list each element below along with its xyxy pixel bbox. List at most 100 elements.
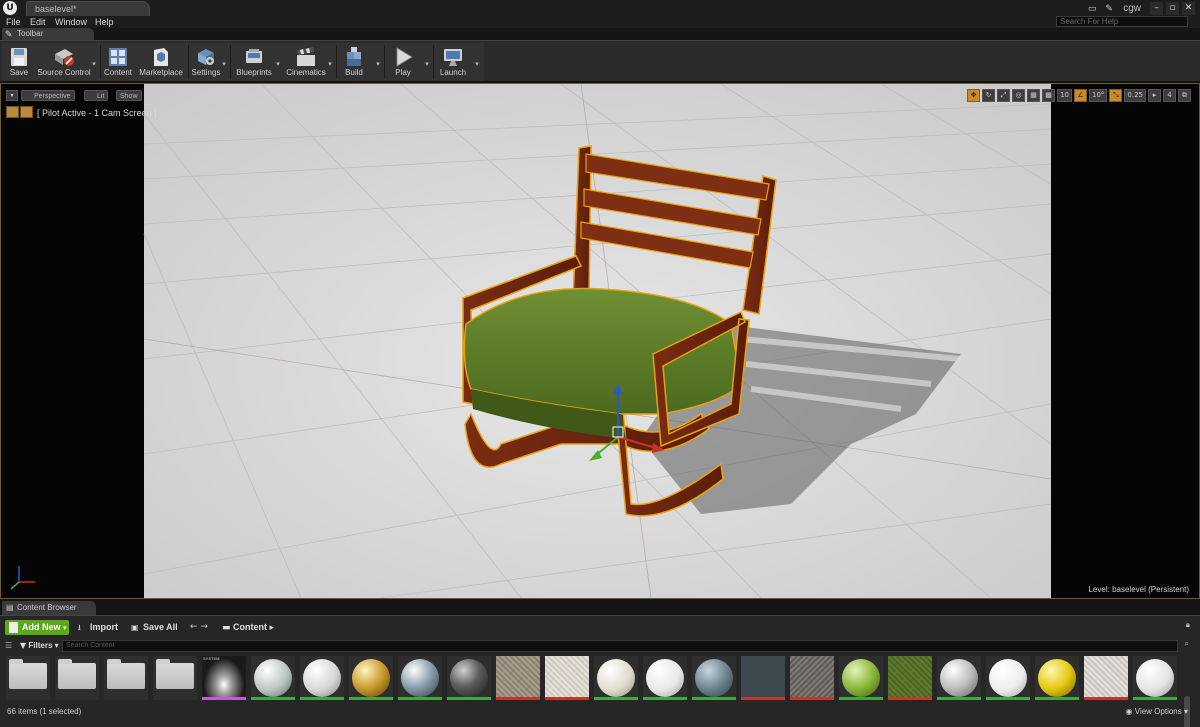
- back-arrow-icon[interactable]: ←: [190, 622, 198, 632]
- lock-icon[interactable]: 🔒︎: [1186, 620, 1190, 630]
- material-tile[interactable]: [1035, 656, 1079, 700]
- sources-panel-icon[interactable]: ☰: [5, 641, 12, 650]
- settings-dropdown-icon[interactable]: ▾: [220, 60, 228, 68]
- search-icon[interactable]: ⌕: [1185, 639, 1189, 649]
- source-control-dropdown-icon[interactable]: ▾: [90, 60, 98, 68]
- material-tile[interactable]: [251, 656, 295, 700]
- level-viewport[interactable]: ▾ Perspective Lit Show [ Pilot Active - …: [0, 83, 1200, 599]
- material-tile[interactable]: [839, 656, 883, 700]
- play-dropdown-icon[interactable]: ▾: [423, 60, 431, 68]
- grid-snap-icon[interactable]: ▩: [1042, 88, 1056, 102]
- search-help-input[interactable]: Search For Help: [1056, 16, 1188, 27]
- show-button[interactable]: Show: [116, 90, 142, 101]
- camera-speed-icon[interactable]: ▸: [1148, 88, 1161, 102]
- filter-icon: ▼: [20, 641, 27, 650]
- texture-tile[interactable]: [888, 656, 932, 700]
- content-path-breadcrumb[interactable]: ▬ Content ▸: [222, 620, 274, 635]
- material-tile[interactable]: [643, 656, 687, 700]
- import-button[interactable]: ⭳ Import: [78, 620, 118, 635]
- eject-icon[interactable]: [20, 106, 33, 118]
- texture-thumbnail: [545, 656, 589, 697]
- forward-arrow-icon[interactable]: →: [200, 622, 208, 632]
- toolbar-tab[interactable]: ✎ Toolbar: [2, 28, 94, 40]
- material-sphere-thumbnail: [401, 659, 439, 697]
- minimize-icon[interactable]: –: [1150, 1, 1163, 15]
- pilot-eject-icons[interactable]: [6, 106, 33, 118]
- build-button[interactable]: Build: [338, 43, 370, 81]
- search-content-input[interactable]: Search Content: [62, 640, 1178, 652]
- texture-tile[interactable]: [741, 656, 785, 700]
- material-tile[interactable]: [937, 656, 981, 700]
- scene-render[interactable]: [1, 84, 1199, 598]
- add-new-button[interactable]: Add New ▾: [5, 620, 69, 635]
- viewport-options-icon[interactable]: ▾: [6, 90, 18, 101]
- blueprints-dropdown-icon[interactable]: ▾: [274, 60, 282, 68]
- maximize-viewport-icon[interactable]: ⧉: [1178, 88, 1191, 102]
- menu-help[interactable]: Help: [95, 16, 114, 28]
- close-icon[interactable]: ✕: [1182, 1, 1195, 15]
- source-control-icon: [52, 46, 76, 68]
- material-tile[interactable]: [398, 656, 442, 700]
- cinematics-dropdown-icon[interactable]: ▾: [326, 60, 334, 68]
- user-name[interactable]: cgw: [1123, 3, 1141, 14]
- material-tile[interactable]: [1133, 656, 1177, 700]
- folder-tile[interactable]: [104, 656, 148, 700]
- texture-tile[interactable]: [496, 656, 540, 700]
- menu-file[interactable]: File: [6, 16, 21, 28]
- rotate-icon[interactable]: ↻: [982, 88, 996, 102]
- cinematics-button[interactable]: Cinematics: [284, 43, 328, 81]
- path-chevron-icon[interactable]: ▸: [270, 623, 275, 633]
- grid-snap-value[interactable]: 10: [1057, 88, 1072, 102]
- translate-icon[interactable]: ✥: [967, 88, 981, 102]
- marketplace-button[interactable]: Marketplace: [136, 43, 186, 81]
- build-label: Build: [345, 68, 363, 77]
- material-tile[interactable]: [594, 656, 638, 700]
- world-local-icon[interactable]: ◎: [1012, 88, 1026, 102]
- content-browser-tab[interactable]: ▤ Content Browser: [2, 601, 96, 615]
- play-button[interactable]: Play: [388, 43, 418, 81]
- menu-edit[interactable]: Edit: [30, 16, 46, 28]
- rotation-snap-value[interactable]: 10°: [1088, 88, 1108, 102]
- save-button[interactable]: Save: [4, 43, 34, 81]
- save-all-button[interactable]: ▣ Save All: [131, 620, 178, 635]
- build-dropdown-icon[interactable]: ▾: [374, 60, 382, 68]
- scale-snap-value[interactable]: 0.25: [1124, 88, 1146, 102]
- view-options-button[interactable]: ◉ View Options ▾: [1126, 707, 1188, 716]
- launch-button[interactable]: Launch: [436, 43, 470, 81]
- content-button[interactable]: Content: [102, 43, 134, 81]
- folder-tile[interactable]: [6, 656, 50, 700]
- material-tile[interactable]: [692, 656, 736, 700]
- lit-button[interactable]: Lit: [84, 90, 109, 101]
- launch-dropdown-icon[interactable]: ▾: [473, 60, 481, 68]
- menu-window[interactable]: Window: [55, 16, 87, 28]
- surface-snap-icon[interactable]: ▦: [1027, 88, 1041, 102]
- material-sphere-thumbnail: [1136, 659, 1174, 697]
- scale-icon[interactable]: ⤢: [997, 88, 1011, 102]
- material-sphere-thumbnail: [450, 659, 488, 697]
- folder-tile[interactable]: [153, 656, 197, 700]
- texture-tile[interactable]: [790, 656, 834, 700]
- pilot-icon[interactable]: [6, 106, 19, 118]
- camera-speed-value[interactable]: 4: [1163, 88, 1176, 102]
- source-control-button[interactable]: Source Control: [36, 43, 92, 81]
- notification-icon[interactable]: ✎: [1102, 3, 1116, 14]
- material-tile[interactable]: [300, 656, 344, 700]
- rotation-snap-icon[interactable]: ∠: [1073, 88, 1087, 102]
- maximize-icon[interactable]: ▫: [1166, 1, 1179, 15]
- texture-tile[interactable]: [545, 656, 589, 700]
- blueprints-button[interactable]: Blueprints: [234, 43, 274, 81]
- chat-icon[interactable]: ▭: [1085, 3, 1099, 14]
- material-tile[interactable]: [349, 656, 393, 700]
- folder-tile[interactable]: [55, 656, 99, 700]
- material-tile[interactable]: [986, 656, 1030, 700]
- document-tab[interactable]: baselevel*: [26, 1, 150, 16]
- scale-snap-icon[interactable]: ⤡: [1109, 88, 1123, 102]
- texture-tile-selected[interactable]: SYSTEM: [202, 656, 246, 700]
- material-tile[interactable]: [447, 656, 491, 700]
- settings-button[interactable]: Settings: [190, 43, 222, 81]
- texture-tile[interactable]: [1084, 656, 1128, 700]
- content-icon: [106, 46, 130, 68]
- unreal-logo-icon[interactable]: U: [3, 1, 17, 15]
- perspective-button[interactable]: Perspective: [21, 90, 75, 101]
- filters-button[interactable]: ▼ Filters ▾: [20, 639, 59, 653]
